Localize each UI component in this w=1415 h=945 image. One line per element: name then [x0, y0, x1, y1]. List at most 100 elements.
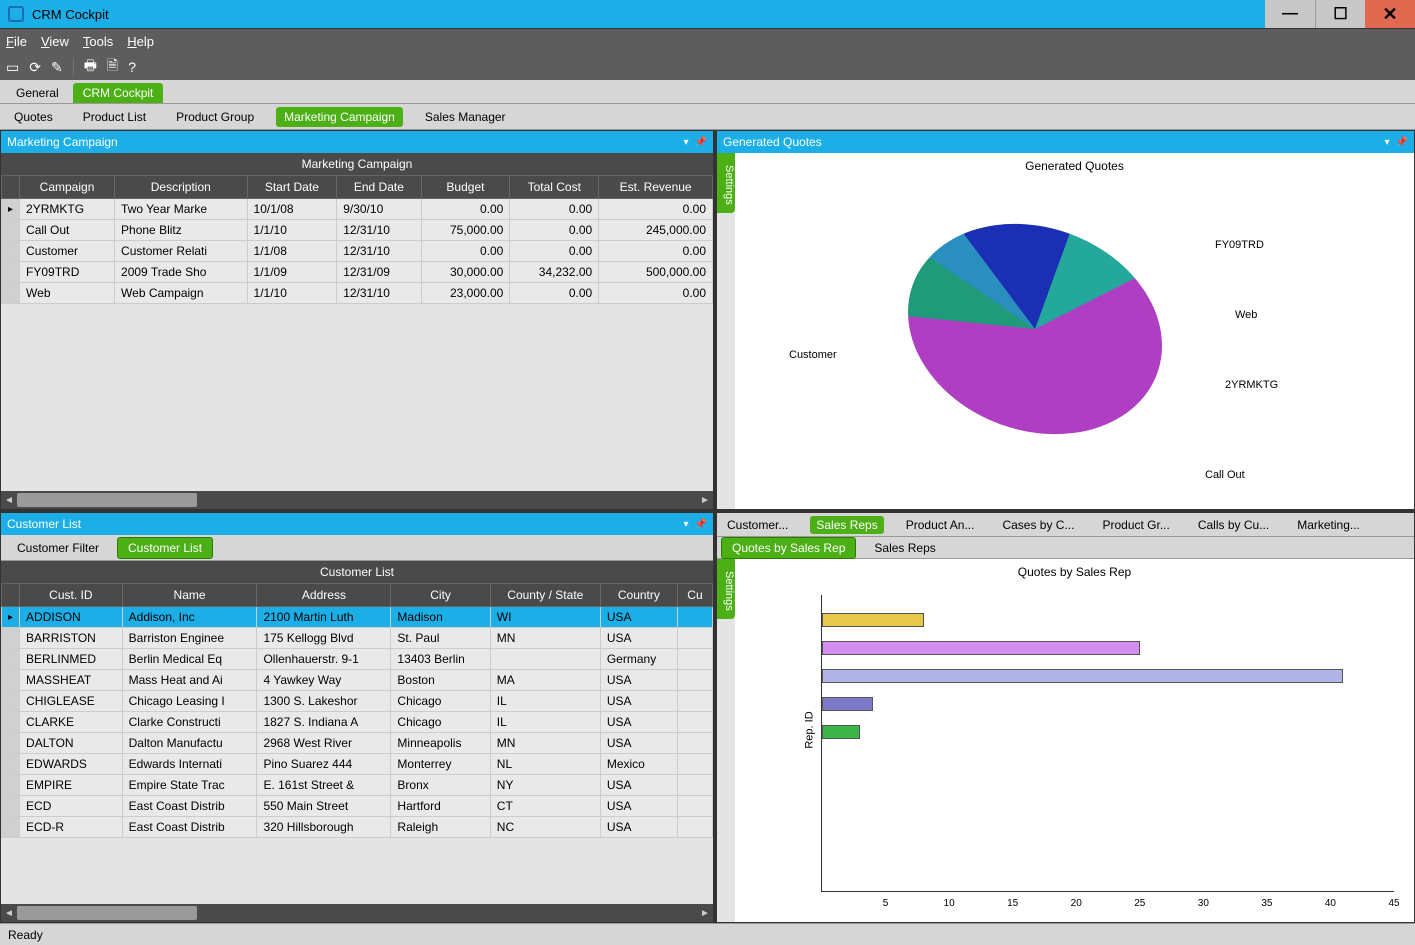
menu-view[interactable]: View — [41, 34, 69, 49]
minimize-button[interactable]: — — [1265, 0, 1315, 28]
refresh-icon[interactable]: ⟳ — [29, 59, 41, 76]
customer-grid[interactable]: Cust. IDNameAddressCityCounty / StateCou… — [1, 583, 713, 838]
scroll-thumb[interactable] — [17, 493, 197, 507]
h-scrollbar[interactable]: ◄ ► — [1, 904, 713, 922]
pie-label: Customer — [789, 349, 837, 361]
sales-tab[interactable]: Calls by Cu... — [1192, 516, 1275, 534]
main-tab-crm-cockpit[interactable]: CRM Cockpit — [73, 83, 164, 103]
scroll-left-icon[interactable]: ◄ — [1, 491, 17, 509]
column-header[interactable]: Start Date — [247, 176, 337, 199]
panel-title: Generated Quotes — [723, 135, 822, 149]
inner-tab-customer-filter[interactable]: Customer Filter — [7, 538, 109, 558]
separator — [73, 59, 74, 75]
pin-icon[interactable]: 📌 — [695, 519, 707, 530]
wand-icon[interactable]: ✎ — [51, 59, 63, 76]
dropdown-icon[interactable]: ▾ — [684, 519, 689, 530]
print-icon[interactable]: 🖶 — [84, 55, 97, 79]
column-header[interactable]: Cu — [677, 584, 712, 607]
sub-tab-quotes[interactable]: Quotes — [6, 107, 61, 127]
marketing-grid[interactable]: CampaignDescriptionStart DateEnd DateBud… — [1, 175, 713, 304]
dropdown-icon[interactable]: ▾ — [1385, 137, 1390, 148]
new-icon[interactable]: ▭ — [6, 59, 19, 76]
sub-tab-product-group[interactable]: Product Group — [168, 107, 262, 127]
dropdown-icon[interactable]: ▾ — [684, 137, 689, 148]
column-header[interactable]: Total Cost — [510, 176, 599, 199]
settings-tab[interactable]: Settings — [717, 559, 735, 619]
table-row[interactable]: DALTONDalton Manufactu2968 West RiverMin… — [2, 733, 713, 754]
table-row[interactable]: ECDEast Coast Distrib550 Main StreetHart… — [2, 796, 713, 817]
panel-hdr-marketing: Marketing Campaign ▾ 📌 — [1, 131, 713, 153]
sales-tab[interactable]: Sales Reps — [810, 516, 883, 534]
column-header[interactable]: Country — [600, 584, 677, 607]
table-row[interactable]: Call OutPhone Blitz1/1/1012/31/1075,000.… — [2, 220, 713, 241]
sales-tab[interactable]: Product Gr... — [1096, 516, 1175, 534]
table-row[interactable]: EMPIREEmpire State TracE. 161st Street &… — [2, 775, 713, 796]
column-header[interactable]: County / State — [490, 584, 600, 607]
main-tab-general[interactable]: General — [6, 83, 69, 103]
h-scrollbar[interactable]: ◄ ► — [1, 491, 713, 509]
scroll-thumb[interactable] — [17, 906, 197, 920]
x-tick: 10 — [944, 898, 955, 909]
panel-title: Marketing Campaign — [7, 135, 118, 149]
table-row[interactable]: BERLINMEDBerlin Medical EqOllenhauerstr.… — [2, 649, 713, 670]
help-icon[interactable]: ? — [128, 59, 136, 75]
pie-label: 2YRMKTG — [1225, 379, 1278, 391]
sales-tab[interactable]: Cases by C... — [996, 516, 1080, 534]
panel-generated-quotes: Generated Quotes ▾ 📌 Settings Generated … — [716, 130, 1415, 510]
table-row[interactable]: BARRISTONBarriston Enginee175 Kellogg Bl… — [2, 628, 713, 649]
sub-tab-marketing-campaign[interactable]: Marketing Campaign — [276, 107, 403, 127]
bar — [822, 613, 924, 627]
table-row[interactable]: CustomerCustomer Relati1/1/0812/31/100.0… — [2, 241, 713, 262]
scroll-right-icon[interactable]: ► — [697, 904, 713, 922]
pin-icon[interactable]: 📌 — [695, 137, 707, 148]
table-row[interactable]: CLARKEClarke Constructi1827 S. Indiana A… — [2, 712, 713, 733]
sales-tab[interactable]: Product An... — [900, 516, 981, 534]
sales-tab[interactable]: Marketing... — [1291, 516, 1366, 534]
pie-chart: Generated Quotes CustomerFY09TRDWeb2YRMK… — [735, 153, 1414, 509]
subtab-sales-reps[interactable]: Sales Reps — [864, 538, 945, 558]
main-tab-strip: General CRM Cockpit — [0, 80, 1415, 104]
bar — [822, 641, 1140, 655]
sales-tab[interactable]: Customer... — [721, 516, 794, 534]
column-header[interactable]: Description — [115, 176, 248, 199]
table-row[interactable]: ▸2YRMKTGTwo Year Marke10/1/089/30/100.00… — [2, 199, 713, 220]
column-header[interactable]: Budget — [421, 176, 510, 199]
table-row[interactable]: CHIGLEASEChicago Leasing I1300 S. Lakesh… — [2, 691, 713, 712]
menu-tools[interactable]: Tools — [83, 34, 113, 49]
pin-icon[interactable]: 📌 — [1396, 137, 1408, 148]
sales-tab-strip: Customer... Sales Reps Product An... Cases … — [717, 513, 1414, 537]
column-header[interactable]: Cust. ID — [20, 584, 123, 607]
menu-help[interactable]: Help — [127, 34, 154, 49]
table-row[interactable]: ▸ADDISONAddison, Inc2100 Martin LuthMadi… — [2, 607, 713, 628]
column-header[interactable]: End Date — [337, 176, 421, 199]
table-row[interactable]: ECD-REast Coast Distrib320 HillsboroughR… — [2, 817, 713, 838]
inner-tab-customer-list[interactable]: Customer List — [117, 537, 213, 559]
scroll-left-icon[interactable]: ◄ — [1, 904, 17, 922]
maximize-button[interactable]: ☐ — [1315, 0, 1365, 28]
status-bar: Ready — [0, 923, 1415, 945]
settings-tab[interactable]: Settings — [717, 153, 735, 213]
subtab-quotes-by-sales-rep[interactable]: Quotes by Sales Rep — [721, 537, 856, 559]
table-row[interactable]: FY09TRD2009 Trade Sho1/1/0912/31/0930,00… — [2, 262, 713, 283]
sub-tab-sales-manager[interactable]: Sales Manager — [417, 107, 514, 127]
pie-label: Web — [1235, 309, 1257, 321]
column-header[interactable]: Est. Revenue — [599, 176, 713, 199]
column-header[interactable]: Address — [257, 584, 391, 607]
table-row[interactable]: MASSHEATMass Heat and Ai4 Yawkey WayBost… — [2, 670, 713, 691]
scroll-right-icon[interactable]: ► — [697, 491, 713, 509]
column-header[interactable]: Name — [122, 584, 257, 607]
table-row[interactable]: EDWARDSEdwards InternatiPino Suarez 444M… — [2, 754, 713, 775]
panel-hdr-quotes: Generated Quotes ▾ 📌 — [717, 131, 1414, 153]
table-row[interactable]: WebWeb Campaign1/1/1012/31/1023,000.000.… — [2, 283, 713, 304]
x-tick: 5 — [883, 898, 889, 909]
print-preview-icon[interactable]: 🗎 — [107, 55, 118, 79]
x-tick: 40 — [1325, 898, 1336, 909]
sub-tab-product-list[interactable]: Product List — [75, 107, 154, 127]
column-header[interactable]: City — [391, 584, 490, 607]
column-header[interactable]: Campaign — [20, 176, 115, 199]
x-tick: 25 — [1134, 898, 1145, 909]
panel-marketing-campaign: Marketing Campaign ▾ 📌 Marketing Campaig… — [0, 130, 714, 510]
bar — [822, 697, 873, 711]
close-button[interactable]: ✕ — [1365, 0, 1415, 28]
menu-file[interactable]: File — [6, 34, 27, 49]
